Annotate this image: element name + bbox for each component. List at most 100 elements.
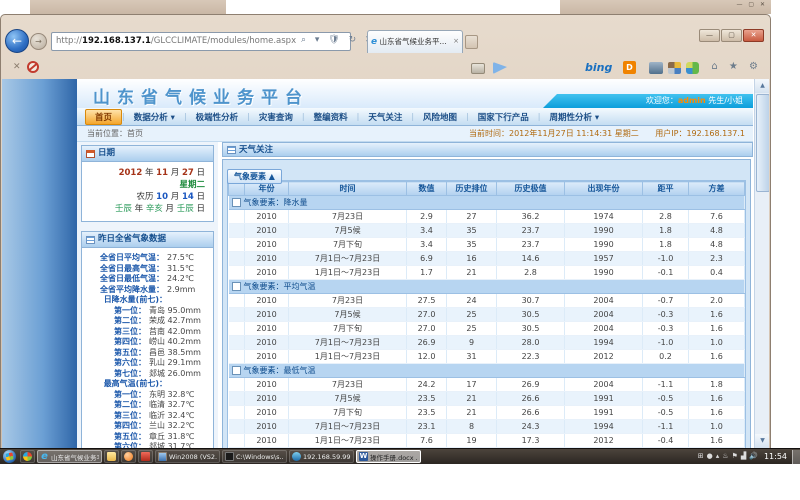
group-checkbox[interactable] bbox=[232, 198, 241, 207]
group-header-cell: 气象要素：最低气温 bbox=[229, 364, 745, 378]
calendar-body: 2012 年 11 月 27 日 星期二 农历 10 月 14 日 壬辰 年 bbox=[82, 162, 213, 221]
table-row[interactable]: 20107月下旬27.02530.52004-0.31.6 bbox=[229, 322, 745, 336]
scroll-up-arrow[interactable]: ▲ bbox=[755, 79, 769, 93]
ranking-label: 第三位： bbox=[84, 411, 146, 422]
home-favorites-settings-icons[interactable]: ⌂ ★ ⚙ bbox=[711, 61, 762, 72]
table-cell: 2004 bbox=[565, 308, 643, 322]
table-row[interactable]: 20107月1日～7月23日26.9928.01994-1.01.0 bbox=[229, 336, 745, 350]
nav-item-1[interactable]: 首页 bbox=[85, 109, 122, 125]
ranking-item: 第七位：郯城 26.0mm bbox=[84, 369, 210, 380]
calendar-lunar: 农历 10 月 14 日 bbox=[86, 191, 205, 203]
scroll-down-arrow[interactable]: ▼ bbox=[755, 434, 769, 448]
taskbar-app-orange[interactable] bbox=[121, 450, 136, 463]
ranking-value: 昌邑 38.5mm bbox=[146, 348, 201, 359]
new-tab-button[interactable] bbox=[465, 35, 478, 49]
forward-button[interactable]: → bbox=[30, 33, 47, 50]
taskbar-clock[interactable]: 11:54 bbox=[764, 452, 787, 461]
table-row[interactable]: 20107月5候23.52126.61991-0.51.6 bbox=[229, 392, 745, 406]
notification-close-icon[interactable]: ✕ bbox=[13, 62, 21, 72]
ranking-label: 第四位： bbox=[84, 337, 146, 348]
word-icon: W bbox=[359, 452, 368, 461]
calendar-icon bbox=[86, 150, 95, 158]
nav-item-8[interactable]: 国家下行产品 bbox=[469, 110, 538, 124]
tray-speaker-icon[interactable]: 🔊 bbox=[749, 450, 758, 463]
scrollbar-thumb[interactable] bbox=[756, 94, 769, 192]
start-button[interactable] bbox=[3, 450, 16, 463]
addon-icon-1[interactable] bbox=[649, 62, 663, 74]
page-scrollbar[interactable]: ▲ ▼ bbox=[754, 79, 769, 448]
table-cell: -0.5 bbox=[643, 406, 689, 420]
blocked-content-icon bbox=[27, 61, 39, 73]
taskbar-pinned-app[interactable] bbox=[20, 450, 35, 463]
taskbar-app-red[interactable] bbox=[138, 450, 153, 463]
table-row[interactable]: 20101月1日～7月23日12.03122.320120.21.6 bbox=[229, 350, 745, 364]
group-title: 气象要素：最低气温 bbox=[244, 366, 316, 375]
tray-action-center-flag-icon[interactable]: ⚑ bbox=[732, 450, 738, 463]
task-buttons: e山东省气候业务平... Win2008 (VS2...C:\Windows\s.… bbox=[19, 450, 422, 463]
taskbar-task-doc[interactable]: W操作手册.docx ... bbox=[356, 450, 421, 463]
windows-logo-icon bbox=[5, 452, 13, 460]
nav-item-6[interactable]: 天气关注 bbox=[359, 110, 411, 124]
table-row[interactable]: 20107月下旬3.43523.719901.84.8 bbox=[229, 238, 745, 252]
taskbar-task-vm[interactable]: Win2008 (VS2... bbox=[155, 450, 220, 463]
nav-item-2[interactable]: 数据分析 ▾ bbox=[125, 110, 184, 124]
tray-hidden-icons-chevron[interactable]: ▴ bbox=[716, 450, 720, 463]
taskbar-task-cmd[interactable]: C:\Windows\s... bbox=[222, 450, 287, 463]
send-icon[interactable] bbox=[493, 62, 507, 74]
tray-grid-icon[interactable]: ⊞ bbox=[698, 450, 704, 463]
element-selector-button[interactable]: 气象要素 ▲ bbox=[227, 169, 282, 184]
table-row[interactable]: 20107月23日2.92736.219742.87.6 bbox=[229, 210, 745, 224]
taskbar-task-remote[interactable]: 192.168.59.99... bbox=[289, 450, 354, 463]
taskbar-explorer[interactable] bbox=[104, 450, 119, 463]
mail-icon[interactable] bbox=[471, 63, 485, 74]
address-bar-icons[interactable]: ⌕ ▾ 🛡 ↻ ✕ bbox=[301, 35, 376, 45]
table-row[interactable]: 20107月23日27.52430.72004-0.72.0 bbox=[229, 294, 745, 308]
table-cell: 17.3 bbox=[497, 434, 565, 448]
orange-app-tile-icon[interactable]: D bbox=[623, 61, 636, 74]
tab-close-icon[interactable]: × bbox=[453, 31, 459, 52]
tray-network-icon[interactable]: ▟ bbox=[741, 450, 746, 463]
nav-item-9[interactable]: 周期性分析 ▾ bbox=[540, 110, 608, 124]
row-checkbox-cell bbox=[229, 210, 245, 224]
nav-item-5[interactable]: 整编资料 bbox=[305, 110, 357, 124]
table-row[interactable]: 20107月23日24.21726.92004-1.11.8 bbox=[229, 378, 745, 392]
url-path: /GLCCLIMATE/modules/home.aspx bbox=[151, 36, 296, 46]
table-row[interactable]: 20107月下旬23.52126.61991-0.51.6 bbox=[229, 406, 745, 420]
nav-item-7[interactable]: 风险地图 bbox=[414, 110, 466, 124]
table-row[interactable]: 20107月1日～7月23日23.1824.31994-1.11.0 bbox=[229, 420, 745, 434]
maximize-button[interactable]: ▢ bbox=[721, 29, 742, 42]
minimize-button[interactable]: — bbox=[699, 29, 720, 42]
table-row[interactable]: 20107月1日～7月23日6.91614.61957-1.02.3 bbox=[229, 252, 745, 266]
table-cell: 7月23日 bbox=[289, 210, 407, 224]
web-page: 山东省气候业务平台 欢迎您：admin 先生/小姐 首页|数据分析 ▾|极端性分… bbox=[2, 79, 754, 448]
table-row[interactable]: 20107月5候27.02530.52004-0.31.6 bbox=[229, 308, 745, 322]
tray-flame-icon[interactable]: ♨ bbox=[722, 450, 728, 463]
table-row[interactable]: 20101月1日～7月23日7.61917.32012-0.41.6 bbox=[229, 434, 745, 448]
tray-app-icon[interactable]: ● bbox=[707, 450, 713, 463]
addon-icon-3[interactable] bbox=[686, 62, 699, 74]
group-checkbox[interactable] bbox=[232, 282, 241, 291]
table-cell: 7月下旬 bbox=[289, 322, 407, 336]
browser-tab[interactable]: e 山东省气候业务平... × bbox=[367, 30, 463, 53]
ranking-value: 崂山 40.2mm bbox=[146, 337, 201, 348]
addon-icon-2[interactable] bbox=[668, 62, 681, 74]
taskbar-ie-window[interactable]: e山东省气候业务平... bbox=[37, 450, 102, 463]
table-cell: 2.8 bbox=[643, 210, 689, 224]
table-cell: 23.7 bbox=[497, 224, 565, 238]
ranking-value: 莒南 42.0mm bbox=[146, 327, 201, 338]
table-cell: 24.3 bbox=[497, 420, 565, 434]
table-cell: 35 bbox=[447, 224, 497, 238]
table-cell: 2010 bbox=[245, 350, 289, 364]
table-row[interactable]: 20107月5候3.43523.719901.84.8 bbox=[229, 224, 745, 238]
close-button[interactable]: ✕ bbox=[743, 29, 764, 42]
nav-item-4[interactable]: 灾害查询 bbox=[250, 110, 302, 124]
back-button[interactable]: ← bbox=[5, 29, 29, 53]
bing-logo[interactable]: bing bbox=[585, 61, 612, 74]
folder-icon bbox=[107, 452, 116, 461]
table-cell: 21 bbox=[447, 266, 497, 280]
nav-item-3[interactable]: 极端性分析 bbox=[187, 110, 248, 124]
table-row[interactable]: 20101月1日～7月23日1.7212.81990-0.10.4 bbox=[229, 266, 745, 280]
group-checkbox[interactable] bbox=[232, 366, 241, 375]
show-desktop-button[interactable] bbox=[792, 450, 800, 464]
ranking-label: 第二位： bbox=[84, 316, 146, 327]
